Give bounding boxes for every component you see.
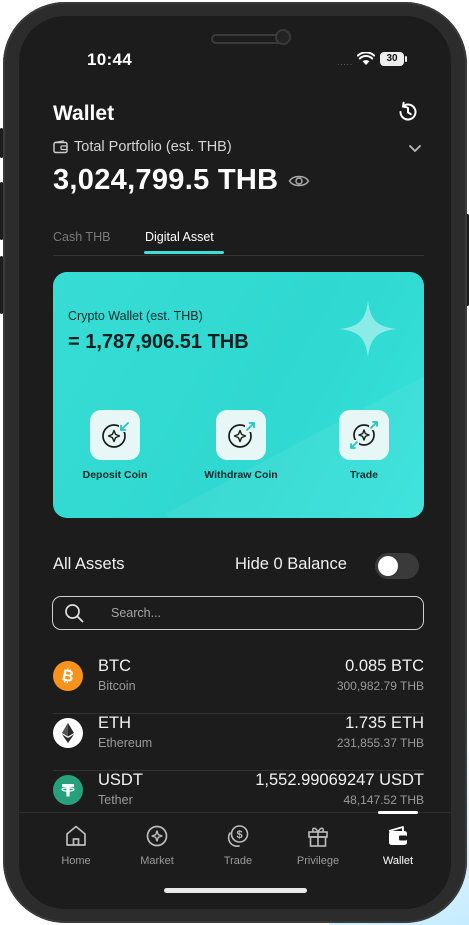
signal-icon: ..... [337, 58, 354, 67]
portfolio-label: Total Portfolio (est. THB) [74, 139, 232, 155]
wallet-tabs: Cash THB Digital Asset [53, 228, 424, 256]
history-icon[interactable] [396, 100, 420, 124]
deposit-coin-icon [90, 410, 140, 460]
nav-label: Home [61, 855, 91, 867]
portfolio-selector[interactable]: Total Portfolio (est. THB) [53, 137, 232, 157]
svg-text:$: $ [236, 829, 242, 841]
page-title: Wallet [53, 102, 115, 125]
withdraw-coin-icon [216, 410, 266, 460]
trade-coin-icon: $ [227, 825, 249, 848]
asset-amount: 0.085 BTC [345, 657, 424, 675]
asset-name: Ethereum [98, 736, 153, 750]
tab-digital-asset[interactable]: Digital Asset [145, 230, 214, 244]
nav-label: Market [140, 855, 174, 867]
app-screen: 10:44 ..... 30 Wallet Total Portfolio (e… [19, 16, 451, 909]
tab-cash-thb[interactable]: Cash THB [53, 230, 110, 244]
search-icon [65, 604, 84, 623]
hide-zero-balance-toggle[interactable] [375, 553, 419, 579]
search-bar [52, 596, 424, 630]
crypto-wallet-label: Crypto Wallet (est. THB) [68, 309, 203, 323]
asset-symbol: BTC [98, 657, 131, 675]
hide-zero-balance-label: Hide 0 Balance [235, 555, 347, 573]
asset-thb-value: 300,982.79 THB [336, 679, 424, 693]
asset-symbol: ETH [98, 714, 131, 732]
status-bar: 10:44 ..... 30 [19, 16, 451, 78]
deposit-coin-button[interactable]: Deposit Coin [60, 410, 170, 481]
home-icon [66, 825, 86, 846]
trade-icon [339, 410, 389, 460]
balance-value: 3,024,799.5 THB [53, 164, 279, 196]
nav-item-market[interactable]: Market [117, 823, 197, 867]
bitcoin-icon: B [53, 661, 83, 691]
deposit-coin-label: Deposit Coin [82, 469, 148, 481]
asset-name: Bitcoin [98, 679, 136, 693]
chevron-down-icon[interactable] [407, 140, 423, 156]
sparkle-icon [339, 300, 397, 358]
status-time: 10:44 [87, 50, 132, 69]
battery-icon: 30 [380, 52, 407, 66]
eye-icon[interactable] [288, 173, 310, 189]
market-icon [146, 825, 168, 847]
wallet-small-icon [53, 140, 68, 154]
total-balance: 3,024,799.5 THB [53, 164, 310, 197]
asset-thb-value: 48,147.52 THB [343, 793, 424, 807]
ethereum-icon [53, 718, 83, 748]
asset-name: Tether [98, 793, 133, 807]
wallet-icon [388, 826, 407, 845]
nav-item-home[interactable]: Home [36, 823, 116, 867]
home-indicator [164, 888, 307, 893]
nav-item-wallet[interactable]: Wallet [358, 823, 438, 867]
withdraw-coin-label: Withdraw Coin [204, 469, 278, 481]
search-input[interactable] [111, 604, 401, 622]
crypto-wallet-card: Crypto Wallet (est. THB) = 1,787,906.51 … [53, 272, 424, 518]
front-camera [275, 29, 291, 45]
nav-item-privilege[interactable]: Privilege [278, 823, 358, 867]
wifi-icon [357, 52, 375, 65]
trade-label: Trade [349, 469, 378, 481]
bottom-nav: Home Market $ Trade Privilege Wallet [19, 811, 451, 909]
tether-icon [53, 775, 83, 805]
nav-label: Wallet [382, 855, 414, 867]
crypto-wallet-value: = 1,787,906.51 THB [68, 331, 249, 353]
asset-row-eth[interactable]: ETH Ethereum 1.735 ETH 231,855.37 THB [53, 714, 424, 771]
active-nav-indicator [378, 811, 418, 814]
phone-frame: 10:44 ..... 30 Wallet Total Portfolio (e… [3, 2, 467, 923]
active-tab-indicator [144, 251, 224, 254]
withdraw-coin-button[interactable]: Withdraw Coin [186, 410, 296, 481]
nav-label: Trade [223, 855, 253, 867]
asset-symbol: USDT [98, 771, 143, 789]
gift-icon [308, 827, 328, 847]
toggle-knob [378, 556, 398, 576]
nav-item-trade[interactable]: $ Trade [198, 823, 278, 867]
all-assets-heading: All Assets [53, 555, 125, 573]
asset-amount: 1.735 ETH [345, 714, 424, 732]
asset-row-btc[interactable]: B BTC Bitcoin 0.085 BTC 300,982.79 THB [53, 657, 424, 714]
asset-thb-value: 231,855.37 THB [336, 736, 424, 750]
nav-label: Privilege [296, 855, 340, 867]
trade-button[interactable]: Trade [309, 410, 419, 481]
asset-amount: 1,552.99069247 USDT [255, 771, 424, 789]
